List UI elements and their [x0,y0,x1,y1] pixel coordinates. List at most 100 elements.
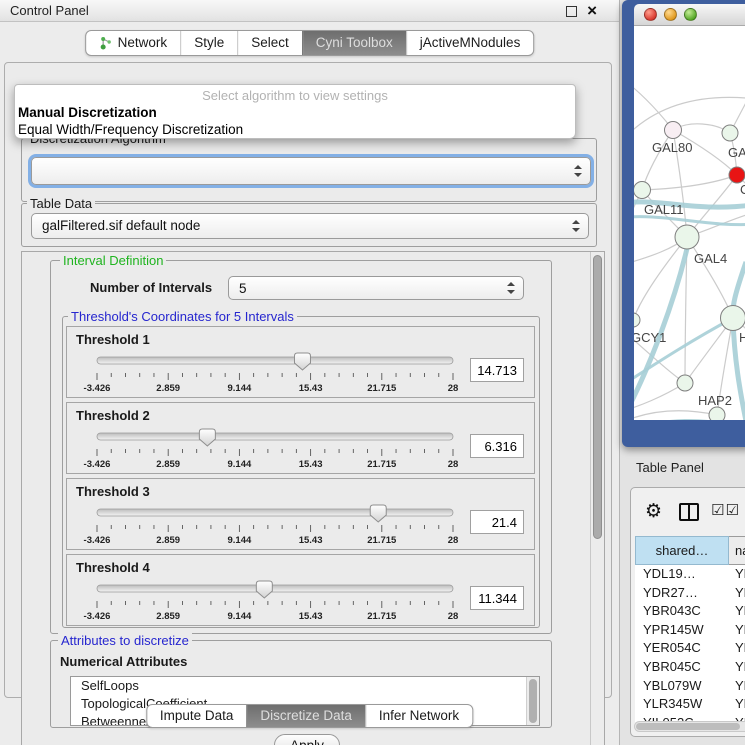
network-edge[interactable] [634,76,673,130]
network-edge[interactable] [634,411,717,420]
tab-label: Network [118,31,168,55]
table-row[interactable]: YLR345WYLR3 [635,695,745,714]
threshold-slider[interactable]: -3.4262.8599.14415.4321.71528 [89,579,461,623]
tab-network[interactable]: Network [86,31,181,55]
table-row[interactable]: YDR27…YDR2 [635,584,745,603]
zoom-traffic-light-icon[interactable] [684,8,697,21]
list-scrollbar-thumb[interactable] [529,679,537,723]
minimize-traffic-light-icon[interactable] [664,8,677,21]
column-header-shared-name[interactable]: shared… [635,536,729,565]
network-edge[interactable] [634,383,685,412]
algorithm-dropdown-popup: Select algorithm to view settings Manual… [14,84,576,139]
columns-icon[interactable] [679,503,699,521]
dropdown-option[interactable]: Manual Discretization [15,104,575,121]
checkboxes-icon[interactable]: ☑☑ [711,501,740,519]
svg-text:28: 28 [448,535,459,546]
bottom-tab-impute-data[interactable]: Impute Data [147,705,247,727]
cell-name[interactable]: YER0 [729,639,745,658]
table-data-group-label: Table Data [27,196,95,211]
cell-shared-name[interactable]: YBR043C [635,602,729,621]
threshold-slider[interactable]: -3.4262.8599.14415.4321.71528 [89,351,461,395]
threshold-value-field[interactable] [470,586,524,610]
cell-shared-name[interactable]: YLR345W [635,695,729,714]
network-edge[interactable] [687,237,733,318]
bottom-tab-infer-network[interactable]: Infer Network [365,705,472,727]
network-window-titlebar[interactable] [634,4,745,26]
network-node[interactable] [709,407,725,420]
network-edge-thick[interactable] [634,217,745,225]
table-data-combo[interactable]: galFiltered.sif default node [31,213,589,239]
network-node[interactable] [675,225,699,249]
num-intervals-combo[interactable]: 5 [228,276,524,300]
close-icon[interactable]: × [587,0,597,21]
threshold-slider[interactable]: -3.4262.8599.14415.4321.71528 [89,427,461,471]
network-node[interactable] [721,306,745,331]
network-node[interactable] [677,375,693,391]
slider-handle[interactable] [370,505,386,522]
table-row[interactable]: YBL079WYBL0 [635,677,745,696]
apply-button[interactable]: Apply [274,734,340,745]
network-graph[interactable]: GAL80GACGAL11GAL4GCY1HHAP2 [634,26,745,420]
pane-scrollbar[interactable] [590,252,604,745]
control-panel-titlebar: Control Panel × [0,0,619,22]
network-node-label: GCY1 [634,330,666,345]
cell-shared-name[interactable]: YPR145W [635,621,729,640]
svg-text:15.43: 15.43 [299,383,323,394]
stepper-icon [571,220,579,232]
slider-handle[interactable] [294,353,310,370]
table-row[interactable]: YBR045CYBR0 [635,658,745,677]
float-panel-icon[interactable] [566,6,577,17]
table-header: shared… na [635,536,745,565]
network-canvas[interactable]: GAL80GACGAL11GAL4GCY1HHAP2 [634,26,745,420]
bottom-tab-discretize-data[interactable]: Discretize Data [246,705,365,727]
cell-name[interactable]: YDR2 [729,584,745,603]
network-edge[interactable] [642,130,673,190]
slider-handle[interactable] [199,429,215,446]
num-intervals-label: Number of Intervals [90,276,212,300]
network-node[interactable] [634,313,640,327]
network-node[interactable] [634,182,651,199]
table-row[interactable]: YDL19…YDL1 [635,565,745,584]
cell-shared-name[interactable]: YER054C [635,639,729,658]
network-node[interactable] [729,167,745,183]
cell-shared-name[interactable]: YBR045C [635,658,729,677]
table-body: YDL19…YDL1YDR27…YDR2YBR043CYBR0YPR145WYP… [635,565,745,722]
control-panel: Control Panel × Network StyleSelectCyni T… [0,0,620,745]
pane-scrollbar-thumb[interactable] [593,255,602,539]
list-scrollbar[interactable] [526,677,539,725]
cell-name[interactable]: YBL0 [729,677,745,696]
table-row[interactable]: YPR145WYPR1 [635,621,745,640]
cell-name[interactable]: YDL1 [729,565,745,584]
network-node-label: HAP2 [698,393,732,408]
slider-handle[interactable] [256,581,272,598]
cell-shared-name[interactable]: YDL19… [635,565,729,584]
dropdown-option[interactable]: Equal Width/Frequency Discretization [15,121,575,138]
cell-shared-name[interactable]: YDR27… [635,584,729,603]
cell-name[interactable]: YBR0 [729,658,745,677]
table-hscrollbar[interactable] [634,721,745,732]
close-traffic-light-icon[interactable] [644,8,657,21]
tab-jactivemnodules[interactable]: jActiveMNodules [406,31,534,55]
cell-name[interactable]: YBR0 [729,602,745,621]
table-row[interactable]: YER054CYER0 [635,639,745,658]
network-edge[interactable] [642,175,737,190]
network-node[interactable] [722,125,738,141]
network-node[interactable] [665,122,682,139]
column-header-name[interactable]: na [729,536,745,565]
algorithm-combo[interactable] [31,157,591,185]
tab-select[interactable]: Select [237,31,302,55]
threshold-value-field[interactable] [470,434,524,458]
table-hscrollbar-thumb[interactable] [636,723,740,730]
attribute-list-item[interactable]: SelfLoops [71,677,539,695]
attributes-group-label: Attributes to discretize [58,633,192,648]
table-row[interactable]: YBR043CYBR0 [635,602,745,621]
gear-icon[interactable]: ⚙ [645,500,662,522]
threshold-value-field[interactable] [470,510,524,534]
threshold-value-field[interactable] [470,358,524,382]
threshold-slider[interactable]: -3.4262.8599.14415.4321.71528 [89,503,461,547]
cell-name[interactable]: YLR3 [729,695,745,714]
tab-style[interactable]: Style [180,31,237,55]
tab-cyni-toolbox[interactable]: Cyni Toolbox [302,31,406,55]
cell-name[interactable]: YPR1 [729,621,745,640]
cell-shared-name[interactable]: YBL079W [635,677,729,696]
